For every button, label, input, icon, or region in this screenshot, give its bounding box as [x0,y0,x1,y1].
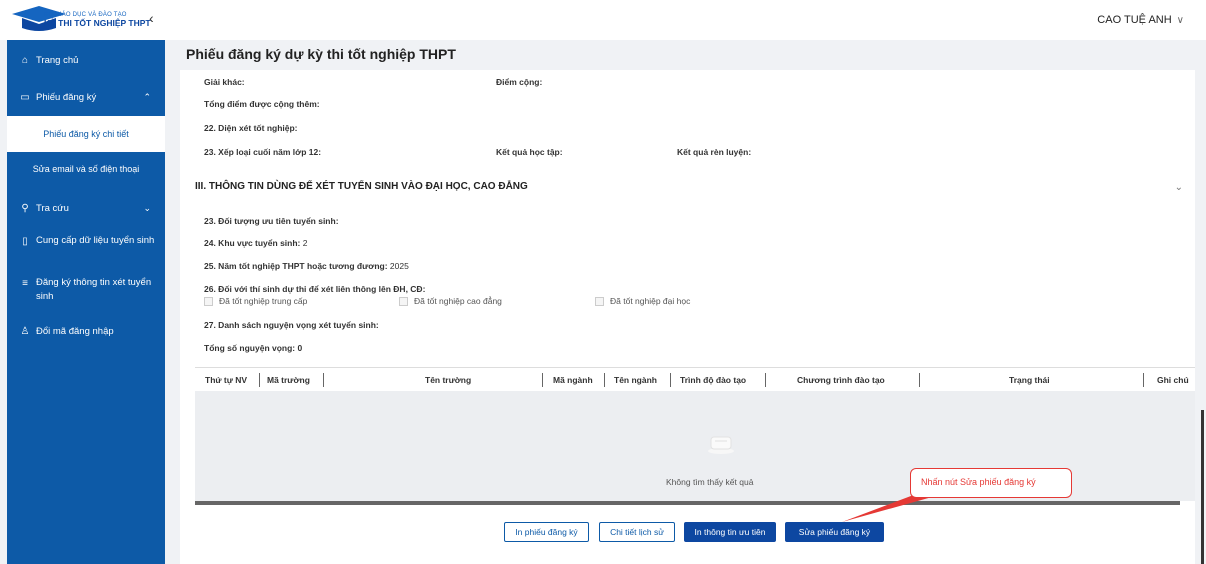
chevron-down-icon: ∨ [1176,14,1184,26]
page-title: Phiếu đăng ký dự kỳ thi tốt nghiệp THPT [186,46,456,62]
study-result-label: Kết quả học tập: [496,147,563,157]
home-icon: ⌂ [21,54,29,66]
vertical-scrollbar[interactable] [1201,410,1204,564]
annotation-callout: Nhấn nút Sửa phiếu đăng ký [910,468,1072,498]
user-menu[interactable]: CAO TUỆ ANH ∨ [1097,14,1184,26]
col-school-name: Tên trường [425,375,472,385]
col-order: Thứ tự NV [205,375,248,385]
col-major-name: Tên ngành [614,375,657,385]
priority-object-label: 23. Đối tượng ưu tiên tuyển sinh: [204,216,339,226]
column-resize-handle[interactable] [604,373,605,387]
col-note: Ghi chú [1157,375,1189,385]
top-header: BỘ GIÁO DỤC VÀ ĐÀO TẠO KỲ THI TỐT NGHIỆP… [0,0,1206,40]
checkbox-box[interactable] [204,296,213,306]
column-resize-handle[interactable] [765,373,766,387]
column-resize-handle[interactable] [323,373,324,387]
conduct-result-label: Kết quả rèn luyện: [677,147,752,157]
sidebar-item-label: Đổi mã đăng nhập [36,325,114,337]
chevron-down-icon: ⌄ [143,202,151,213]
sidebar-item-home[interactable]: ⌂ Trang chủ [7,52,165,68]
wish-table-header: Thứ tự NV Mã trường Tên trường Mã ngành … [195,367,1195,391]
checkbox-label: Đã tốt nghiệp đại học [610,296,691,306]
col-school-code: Mã trường [267,375,310,385]
checkbox-box[interactable] [399,296,408,306]
checkbox-university[interactable]: Đã tốt nghiệp đại học [595,296,690,306]
total-wishes-value: 0 [295,343,303,353]
column-resize-handle[interactable] [1143,373,1144,387]
checkbox-box[interactable] [595,296,604,306]
chevron-down-icon[interactable]: ⌄ [1175,182,1183,193]
col-training-program: Chương trình đào tạo [797,375,885,385]
checkbox-college[interactable]: Đã tốt nghiệp cao đẳng [399,296,502,306]
wish-list-label: 27. Danh sách nguyện vọng xét tuyển sinh… [204,320,379,330]
sidebar: ⌂ Trang chủ ▭ Phiếu đăng ký ⌃ Phiếu đăng… [7,40,165,564]
sidebar-item-change-password[interactable]: ♙ Đổi mã đăng nhập [7,323,165,339]
sidebar-item-label: Đăng ký thông tin xét tuyển sinh [36,277,152,303]
grade12-ranking-label: 23. Xếp loại cuối năm lớp 12: [204,147,322,157]
document-icon: ▯ [22,236,28,247]
sidebar-item-edit-contact[interactable]: Sửa email và số điện thoại [7,164,165,174]
transfer-candidate-label: 26. Đối với thí sinh dự thi để xét liên … [204,284,426,294]
print-priority-button[interactable]: In thông tin ưu tiên [684,522,776,542]
total-wishes-label: Tổng số nguyện vọng: 0 [204,343,303,353]
graduation-category-label: 22. Diện xét tốt nghiệp: [204,123,298,133]
admission-area-value: 2 [300,238,308,248]
list-icon: ≡ [22,278,28,289]
search-icon: ⚲ [21,202,29,214]
empty-box-icon [708,436,734,454]
sidebar-item-label: Cung cấp dữ liệu tuyển sinh [36,235,155,246]
history-detail-button[interactable]: Chi tiết lịch sử [599,522,675,542]
col-major-code: Mã ngành [553,375,593,385]
sidebar-item-registration-detail[interactable]: Phiếu đăng ký chi tiết [7,116,165,152]
sidebar-item-registration[interactable]: ▭ Phiếu đăng ký ⌃ [7,89,165,105]
col-training-level: Trình độ đào tạo [680,375,747,385]
sidebar-item-lookup[interactable]: ⚲ Tra cứu ⌄ [7,200,165,216]
checkbox-label: Đã tốt nghiệp trung cấp [219,296,308,306]
graduation-year-label: 25. Năm tốt nghiệp THPT hoặc tương đương… [204,261,409,271]
column-resize-handle[interactable] [670,373,671,387]
empty-state-text: Không tìm thấy kết quả [666,477,754,487]
edit-registration-button[interactable]: Sửa phiếu đăng ký [785,522,884,542]
total-bonus-label: Tổng điểm được cộng thêm: [204,99,320,109]
col-status: Trạng thái [1009,375,1050,385]
sidebar-item-label: Trang chủ [36,54,79,66]
folder-icon: ▭ [20,91,30,103]
collapse-sidebar-icon[interactable]: ‹ [149,10,154,26]
checkbox-label: Đã tốt nghiệp cao đẳng [414,296,502,306]
print-registration-button[interactable]: In phiếu đăng ký [504,522,589,542]
user-icon: ♙ [20,325,30,337]
sidebar-item-register-admission[interactable]: ≡ Đăng ký thông tin xét tuyển sinh [7,276,165,306]
admission-area-label: 24. Khu vực tuyển sinh: 2 [204,238,308,248]
column-resize-handle[interactable] [919,373,920,387]
column-resize-handle[interactable] [542,373,543,387]
sidebar-item-label: Tra cứu [36,202,69,214]
bonus-point-label: Điểm cộng: [496,77,543,87]
logo-exam-text: KỲ THI TỐT NGHIỆP THPT [44,17,151,28]
other-award-label: Giải khác: [204,77,245,87]
table-horizontal-scrollbar[interactable] [195,501,1180,505]
column-resize-handle[interactable] [259,373,260,387]
graduation-year-value: 2025 [387,261,409,271]
chevron-up-icon: ⌃ [143,91,151,102]
section-admission-title: III. THÔNG TIN DÙNG ĐỂ XÉT TUYỂN SINH VÀ… [195,181,528,192]
user-name: CAO TUỆ ANH [1097,14,1172,26]
sidebar-item-provide-data[interactable]: ▯ Cung cấp dữ liệu tuyển sinh [7,234,165,264]
checkbox-intermediate[interactable]: Đã tốt nghiệp trung cấp [204,296,307,306]
sidebar-item-label: Phiếu đăng ký [36,91,97,103]
logo[interactable]: BỘ GIÁO DỤC VÀ ĐÀO TẠO KỲ THI TỐT NGHIỆP… [8,4,151,36]
